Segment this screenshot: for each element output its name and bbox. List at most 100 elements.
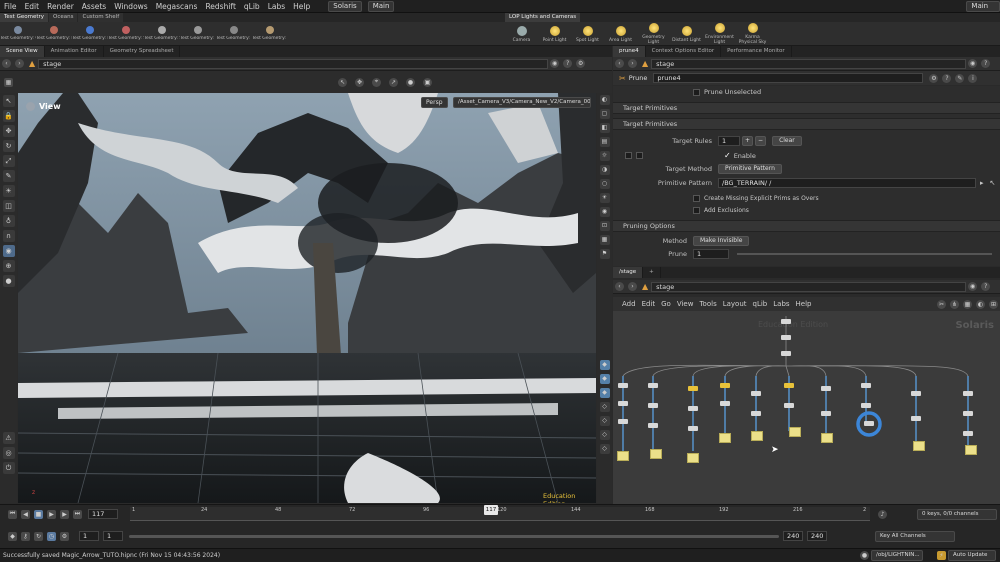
rotate-icon[interactable]: ↻ <box>2 140 15 152</box>
spot-light-tool[interactable]: Spot Light <box>571 22 604 46</box>
network-node[interactable] <box>784 383 794 388</box>
target-icon[interactable]: ⊕ <box>2 260 15 272</box>
camera-tool[interactable]: Camera <box>505 22 538 46</box>
tab-prune4[interactable]: prune4 <box>613 46 646 57</box>
sticky-note[interactable] <box>617 451 629 461</box>
gear-icon[interactable]: ⚙ <box>929 73 939 83</box>
loop-icon[interactable]: ↻ <box>34 531 43 541</box>
network-node[interactable] <box>720 401 730 406</box>
help-icon[interactable]: ? <box>981 282 991 291</box>
auto-update-dropdown[interactable]: Auto Update <box>948 550 996 561</box>
network-node[interactable] <box>911 391 921 396</box>
network-node[interactable] <box>781 351 791 356</box>
magnet-icon[interactable]: ∩ <box>2 230 15 242</box>
back-icon[interactable]: ‹ <box>2 59 11 68</box>
expand-arrow-icon[interactable]: ▸ <box>980 179 984 187</box>
audio-icon[interactable]: ♪ <box>878 509 887 519</box>
sticky-note[interactable] <box>821 433 833 443</box>
vis-icon-7[interactable]: ◇ <box>599 444 610 454</box>
sticky-note[interactable] <box>789 427 801 437</box>
net-menu-qlib[interactable]: qLib <box>750 300 771 308</box>
pin-icon[interactable]: ◉ <box>550 59 560 68</box>
clear-button[interactable]: Clear <box>772 136 802 146</box>
geometry-light-tool[interactable]: Geometry Light <box>637 22 670 46</box>
karma-sky-tool[interactable]: Karma Physical Sky <box>736 22 769 46</box>
shelf-tool-2[interactable]: Test Geometry: R... <box>72 22 108 46</box>
step-forward-icon[interactable]: ▶ <box>60 509 69 519</box>
vis-icon-2[interactable]: ◆ <box>599 374 610 384</box>
network-node[interactable] <box>911 416 921 421</box>
cook-icon[interactable]: ● <box>860 551 869 560</box>
shelf-tool-6[interactable]: Test Geometry: T... <box>216 22 252 46</box>
vis-icon-5[interactable]: ◇ <box>599 416 610 426</box>
shelf-tool-5[interactable]: Test Geometry: T... <box>180 22 216 46</box>
info-icon[interactable]: i <box>968 73 978 83</box>
network-node[interactable] <box>648 403 658 408</box>
view-tool-icon[interactable]: ◉ <box>2 245 15 257</box>
lock-icon[interactable]: 🔒 <box>2 110 15 122</box>
forward-icon[interactable]: › <box>628 59 637 68</box>
menu-assets[interactable]: Assets <box>78 0 110 13</box>
enable-check-icon[interactable]: ✓ <box>724 151 731 160</box>
grid-icon[interactable]: ▦ <box>4 77 13 87</box>
network-editor[interactable]: Solaris Education Edition ➤ <box>613 311 1000 504</box>
edit-icon[interactable]: ✎ <box>955 73 965 83</box>
tab-animation-editor[interactable]: Animation Editor <box>45 46 104 57</box>
net-menu-go[interactable]: Go <box>658 300 674 308</box>
prune-unselected-checkbox[interactable] <box>693 88 700 96</box>
network-node[interactable] <box>688 406 698 411</box>
section-pruning-options[interactable]: Pruning Options <box>613 220 1000 232</box>
network-path[interactable]: stage <box>651 281 967 292</box>
target-rules-field[interactable]: 1 <box>718 136 740 146</box>
net-menu-add[interactable]: Add <box>619 300 639 308</box>
net-menu-layout[interactable]: Layout <box>720 300 750 308</box>
network-node[interactable] <box>821 386 831 391</box>
prune-field[interactable]: 1 <box>693 249 729 259</box>
light-toggle-icon[interactable]: ☀ <box>599 193 610 203</box>
forward-icon[interactable]: › <box>628 282 637 291</box>
network-node[interactable] <box>720 383 730 388</box>
camera-dropdown[interactable]: /Asset_Camera_V3/Camera_New_V2/Camera_00… <box>453 97 591 108</box>
persp-dropdown[interactable]: Persp <box>421 97 448 108</box>
network-node[interactable] <box>618 419 628 424</box>
network-node[interactable] <box>648 423 658 428</box>
menu-file[interactable]: File <box>0 0 21 13</box>
tab-geometry-spreadsheet[interactable]: Geometry Spreadsheet <box>104 46 181 57</box>
shelf-tool-4[interactable]: Test Geometry: S... <box>144 22 180 46</box>
camera-view-icon[interactable]: ◫ <box>2 200 15 212</box>
menu-qlib[interactable]: qLib <box>240 0 264 13</box>
ao-icon[interactable]: ○ <box>599 179 610 189</box>
network-node[interactable] <box>618 383 628 388</box>
frame-field[interactable]: 117 <box>88 509 118 519</box>
paint-icon[interactable]: ● <box>2 275 15 287</box>
warning-icon[interactable]: ⚠ <box>2 432 15 444</box>
jump-start-icon[interactable]: ⏮ <box>8 509 17 519</box>
shadow-icon[interactable]: ◑ <box>599 165 610 175</box>
network-node[interactable] <box>688 386 698 391</box>
primitive-pattern-field[interactable]: /BG_TERRAIN/ / <box>718 178 976 188</box>
stop-icon[interactable]: ■ <box>34 509 43 519</box>
wrench-icon[interactable]: ✂ <box>937 299 946 309</box>
range-start-field[interactable]: 1 <box>79 531 99 541</box>
menu-windows[interactable]: Windows <box>110 0 151 13</box>
tree-icon[interactable]: ⋔ <box>950 299 959 309</box>
net-menu-help[interactable]: Help <box>793 300 815 308</box>
vis-icon-4[interactable]: ◇ <box>599 402 610 412</box>
vis-icon-3[interactable]: ◆ <box>599 388 610 398</box>
key-all-channels-button[interactable]: Key All Channels <box>875 530 955 542</box>
pose-icon[interactable]: ♁ <box>2 215 15 227</box>
back-icon[interactable]: ‹ <box>615 59 624 68</box>
menu-help[interactable]: Help <box>289 0 314 13</box>
sticky-note[interactable] <box>687 453 699 463</box>
flag-icon[interactable]: ⚑ <box>599 249 610 259</box>
network-node[interactable] <box>618 401 628 406</box>
shelf-tool-7[interactable]: Test Geometry: T... <box>252 22 288 46</box>
menu-redshift[interactable]: Redshift <box>201 0 239 13</box>
down-arrow-icon[interactable] <box>636 152 643 159</box>
step-back-icon[interactable]: ◀ <box>21 509 30 519</box>
shelf-tool-1[interactable]: Test Geometry: R... <box>36 22 72 46</box>
shelf-tab-lights-cameras[interactable]: LOP Lights and Cameras <box>505 13 581 22</box>
network-node[interactable] <box>781 319 791 324</box>
net-menu-tools[interactable]: Tools <box>696 300 719 308</box>
select-icon[interactable]: ↖ <box>2 95 15 107</box>
